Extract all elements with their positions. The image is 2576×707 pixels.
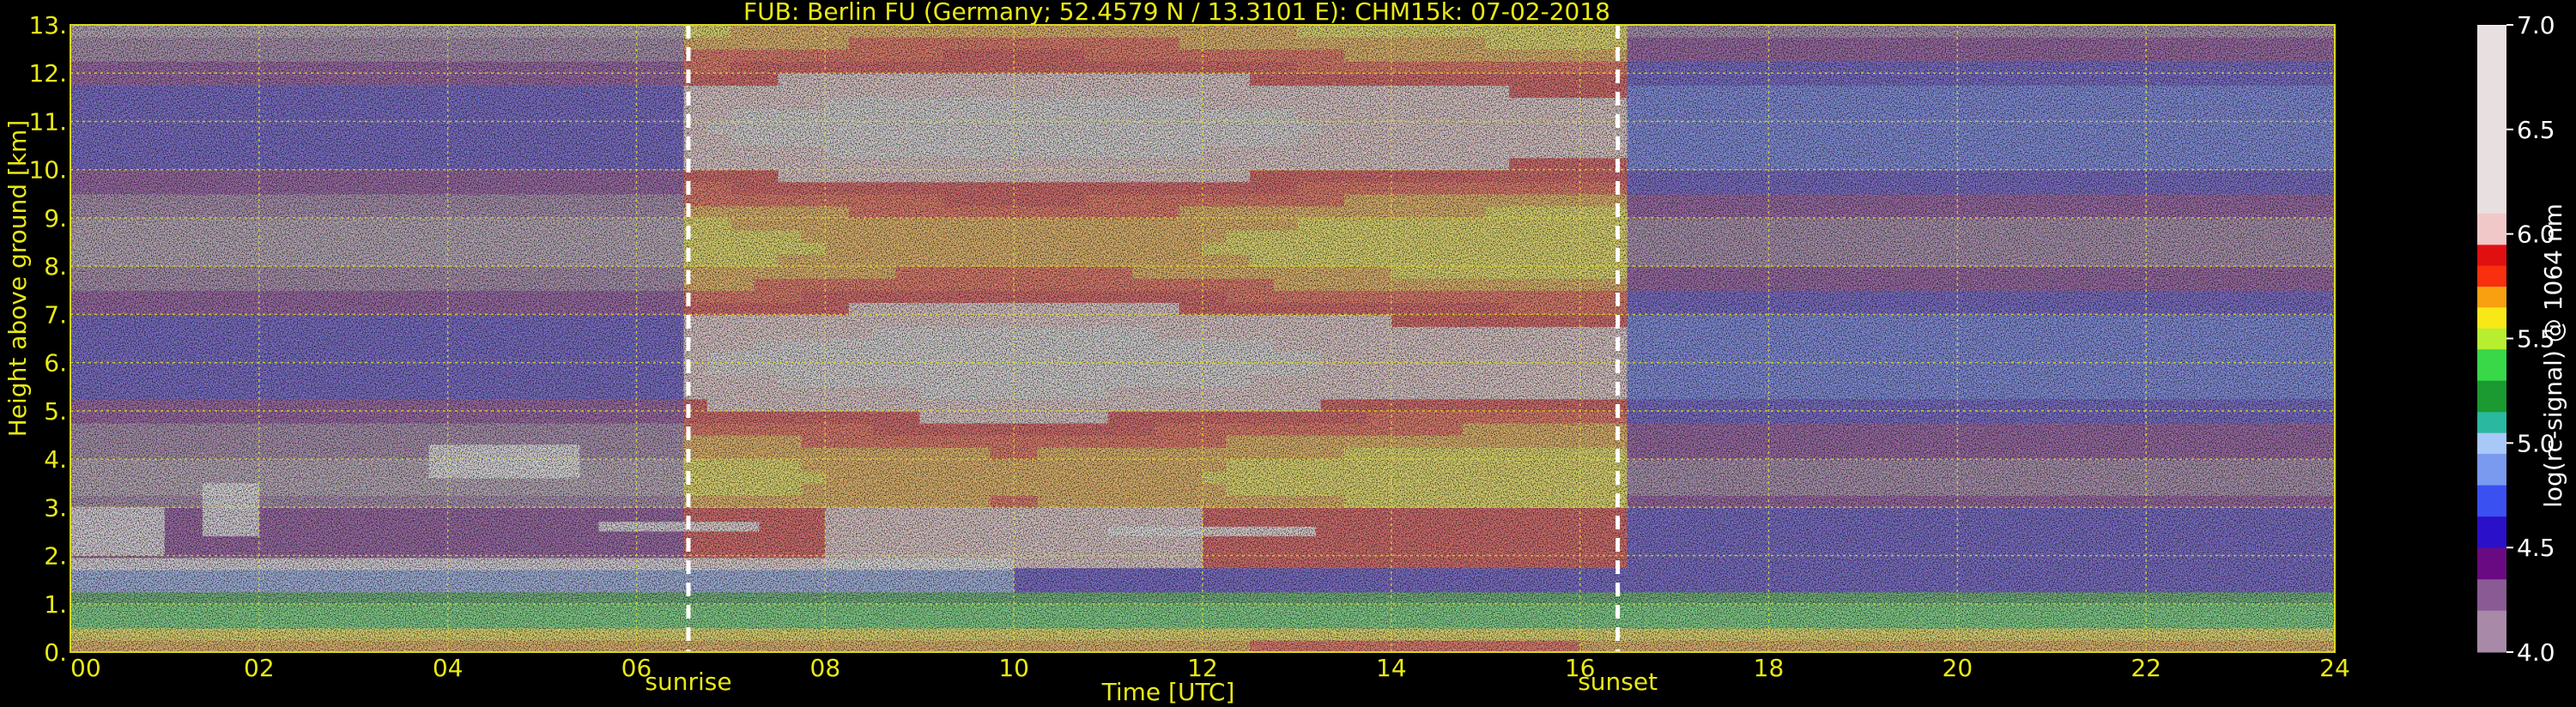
plot-area bbox=[70, 24, 2336, 653]
ceilometer-chart: 00 02 04 06 08 10 12 14 16 18 20 22 24 0.1.2.3.4.5.6… bbox=[3, 0, 2567, 706]
